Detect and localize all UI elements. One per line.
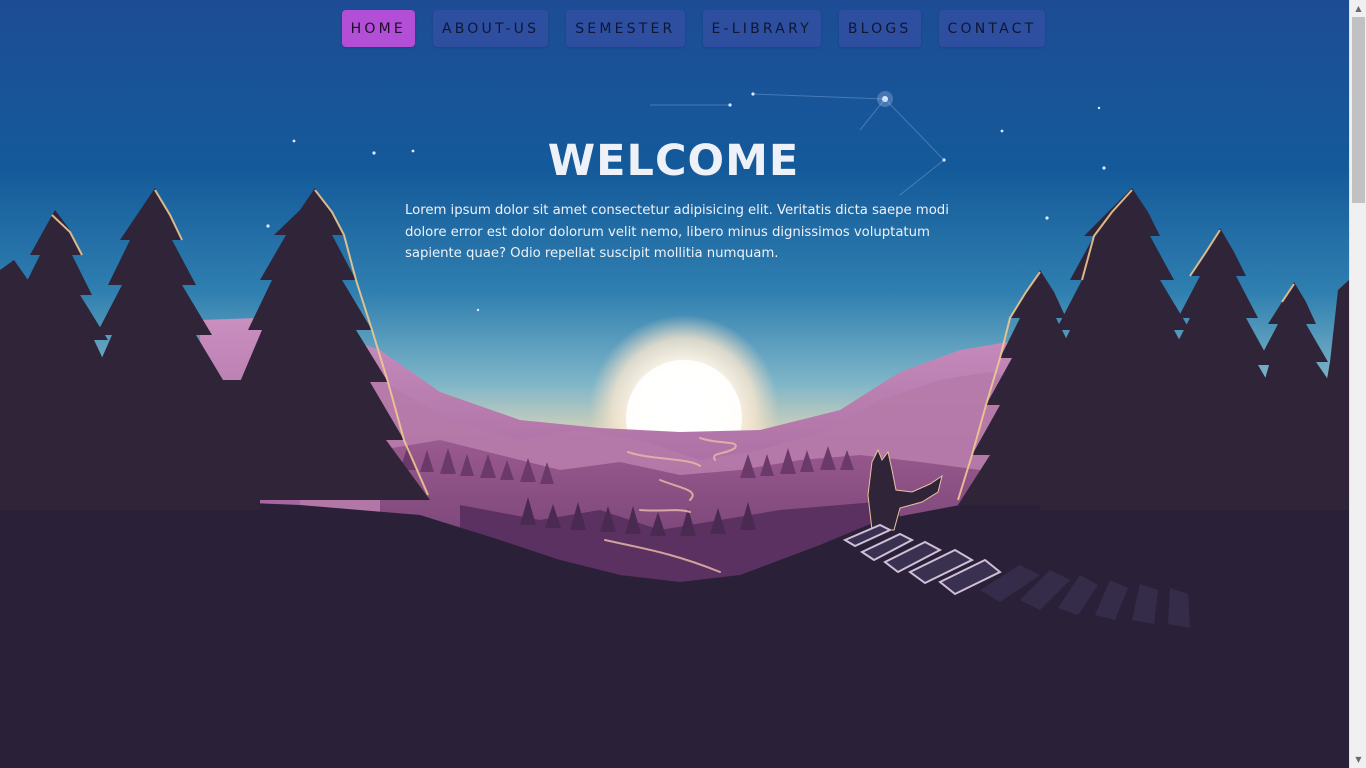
scroll-up-arrow-icon[interactable]: ▲ xyxy=(1350,0,1366,17)
nav-about-us-button[interactable]: ABOUT-US xyxy=(432,10,549,47)
scroll-down-arrow-icon[interactable]: ▼ xyxy=(1350,751,1366,768)
nav-contact-button[interactable]: CONTACT xyxy=(938,10,1046,47)
hero-body-text: Lorem ipsum dolor sit amet consectetur a… xyxy=(405,203,949,261)
main-nav: HOME ABOUT-US SEMESTER E-LIBRARY BLOGS C… xyxy=(0,10,1349,47)
hero-title: WELCOME xyxy=(547,136,800,186)
hero-section: WELCOME Lorem ipsum dolor sit amet conse… xyxy=(405,136,950,265)
nav-blogs-button[interactable]: BLOGS xyxy=(838,10,921,47)
nav-e-library-button[interactable]: E-LIBRARY xyxy=(702,10,821,47)
nav-home-button[interactable]: HOME xyxy=(341,10,415,47)
background-landscape xyxy=(0,0,1349,768)
vertical-scrollbar[interactable]: ▲ ▼ xyxy=(1349,0,1366,768)
scrollbar-thumb[interactable] xyxy=(1352,17,1365,203)
nav-semester-button[interactable]: SEMESTER xyxy=(566,10,685,47)
